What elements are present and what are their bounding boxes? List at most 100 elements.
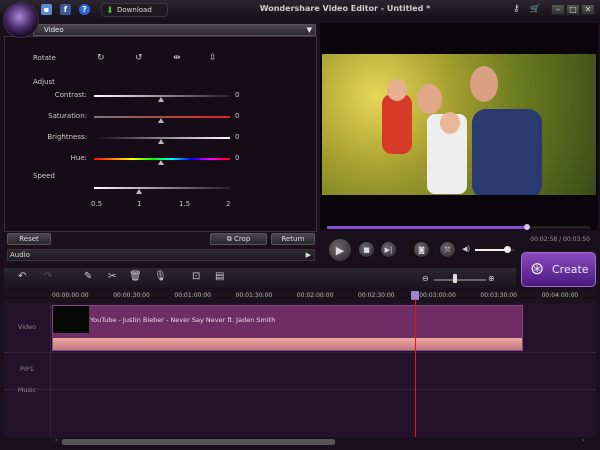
- rotate-left-icon[interactable]: ↺: [135, 53, 143, 63]
- video-frame: [322, 54, 596, 195]
- track-label-music: Music: [17, 386, 37, 394]
- audio-section-header[interactable]: Audio ▶: [7, 249, 315, 261]
- crop-icon: ⧉: [226, 235, 234, 243]
- clip-audio-bar: [53, 338, 522, 350]
- timeline-toolbar: [4, 268, 516, 288]
- pip-icon[interactable]: ▤: [215, 271, 224, 282]
- speed-tick: 2: [226, 200, 231, 208]
- clip-thumbnail: [53, 306, 89, 333]
- zoom-in-icon[interactable]: ⊕: [488, 274, 495, 283]
- scissors-icon[interactable]: ✂: [108, 271, 116, 282]
- play-icon: ▶: [335, 244, 345, 257]
- close-button[interactable]: ✕: [581, 4, 595, 15]
- video-clip[interactable]: YouTube - Justin Bieber - Never Say Neve…: [52, 305, 523, 351]
- hue-label: Hue:: [70, 154, 87, 162]
- window-title: Wondershare Video Editor - Untitled *: [259, 4, 431, 13]
- hue-thumb[interactable]: [158, 160, 164, 165]
- zoom-out-icon[interactable]: ⊖: [422, 274, 429, 283]
- facebook-icon[interactable]: f: [60, 4, 71, 15]
- track-label-pip1: PIP1: [20, 365, 34, 373]
- next-frame-icon: ▶|: [384, 246, 393, 254]
- clip-title: YouTube - Justin Bieber - Never Say Neve…: [90, 316, 276, 324]
- app-logo[interactable]: [3, 2, 39, 38]
- crop-button[interactable]: ⧉ Crop: [210, 233, 267, 245]
- hue-value: 0: [235, 154, 240, 162]
- playback-progress-handle[interactable]: [523, 224, 530, 230]
- timeline-zoom-handle[interactable]: [452, 274, 457, 283]
- next-frame-button[interactable]: ▶|: [380, 241, 397, 258]
- contrast-value: 0: [235, 91, 240, 99]
- fullscreen-button[interactable]: ⤧: [439, 241, 456, 258]
- download-label: Download: [117, 6, 152, 14]
- scroll-right-icon[interactable]: ›: [582, 437, 584, 444]
- rotate-label: Rotate: [33, 54, 56, 62]
- rotate-right-icon[interactable]: ↻: [97, 53, 105, 63]
- time-display: 00:02:58 / 00:03:50: [530, 236, 590, 243]
- speed-label: Speed: [33, 172, 55, 180]
- speed-thumb[interactable]: [136, 189, 142, 194]
- ruler-tick-label: 00:02:30:00: [358, 292, 395, 299]
- expand-icon: ▶: [305, 251, 311, 259]
- playback-progress-fill: [327, 226, 527, 229]
- brightness-label: Brightness:: [47, 133, 87, 141]
- speed-slider[interactable]: [94, 187, 230, 189]
- snapshot-button[interactable]: ◙: [413, 241, 430, 258]
- key-icon[interactable]: ⚷: [513, 4, 520, 14]
- timeline-zoom-slider[interactable]: [434, 279, 486, 281]
- video-section-header[interactable]: Video ▼: [33, 24, 316, 36]
- return-button[interactable]: Return: [271, 233, 315, 245]
- ruler-tick-label: 00:04:00:00: [541, 292, 579, 299]
- play-button[interactable]: ▶: [328, 238, 352, 262]
- undo-icon[interactable]: ↶: [18, 271, 26, 282]
- flip-vertical-icon[interactable]: ⇳: [209, 53, 217, 63]
- cart-icon[interactable]: 🛒: [530, 4, 540, 13]
- brightness-thumb[interactable]: [158, 139, 164, 144]
- reset-button[interactable]: Reset: [7, 233, 51, 245]
- camera-icon: ◙: [418, 246, 425, 254]
- playhead-line: [415, 299, 416, 437]
- scroll-left-icon[interactable]: ‹: [55, 437, 57, 444]
- microphone-icon[interactable]: 🎙: [154, 271, 167, 282]
- maximize-button[interactable]: □: [566, 4, 580, 15]
- ruler-tick-label: 00:02:00:00: [296, 292, 334, 299]
- audio-label: Audio: [10, 251, 30, 259]
- create-button[interactable]: ⊛ Create: [521, 252, 596, 287]
- saturation-thumb[interactable]: [158, 118, 164, 123]
- fullscreen-icon: ⤧: [444, 246, 451, 254]
- dropdown-icon: ▼: [306, 26, 312, 34]
- track-label-video: Video: [17, 323, 37, 331]
- volume-handle[interactable]: [504, 246, 511, 253]
- ruler-tick-label: 00:01:30:00: [235, 292, 273, 299]
- screen-capture-icon[interactable]: ⊡: [192, 271, 200, 282]
- minimize-button[interactable]: –: [551, 4, 565, 15]
- download-button[interactable]: ⬇ Download: [101, 3, 168, 17]
- redo-icon[interactable]: ↷: [44, 271, 52, 282]
- scrollbar-thumb[interactable]: [62, 439, 335, 445]
- speed-tick: 1: [137, 200, 142, 208]
- adjust-label: Adjust: [33, 78, 55, 86]
- flip-horizontal-icon[interactable]: ⇹: [173, 53, 181, 63]
- volume-icon[interactable]: ◀): [462, 245, 470, 253]
- brightness-value: 0: [235, 133, 240, 141]
- ruler-tick-label: 00:01:00:00: [174, 292, 211, 299]
- stop-button[interactable]: ■: [358, 241, 375, 258]
- saturation-label: Saturation:: [48, 112, 87, 120]
- edit-icon[interactable]: ✎: [84, 271, 92, 282]
- delete-icon[interactable]: 🗑: [129, 271, 142, 282]
- volume-fill: [475, 249, 507, 251]
- create-label: Create: [552, 263, 589, 276]
- speed-tick: 1.5: [179, 200, 191, 208]
- stop-icon: ■: [363, 246, 370, 254]
- contrast-label: Contrast:: [54, 91, 87, 99]
- ruler-tick-label: 00:03:00:00: [419, 292, 456, 299]
- ruler-tick-label: 00:03:30:00: [480, 292, 517, 299]
- ruler-tick-label: 00:00:30:00: [113, 292, 150, 299]
- download-arrow-icon: ⬇: [106, 6, 114, 16]
- section-title: Video: [44, 26, 64, 34]
- film-reel-icon: ⊛: [530, 259, 545, 279]
- ruler-tick-label: 00:00:00:00: [52, 292, 89, 299]
- help-icon[interactable]: ?: [79, 4, 90, 15]
- save-icon[interactable]: ▪: [41, 4, 52, 15]
- crop-label: Crop: [233, 235, 251, 243]
- contrast-thumb[interactable]: [158, 97, 164, 102]
